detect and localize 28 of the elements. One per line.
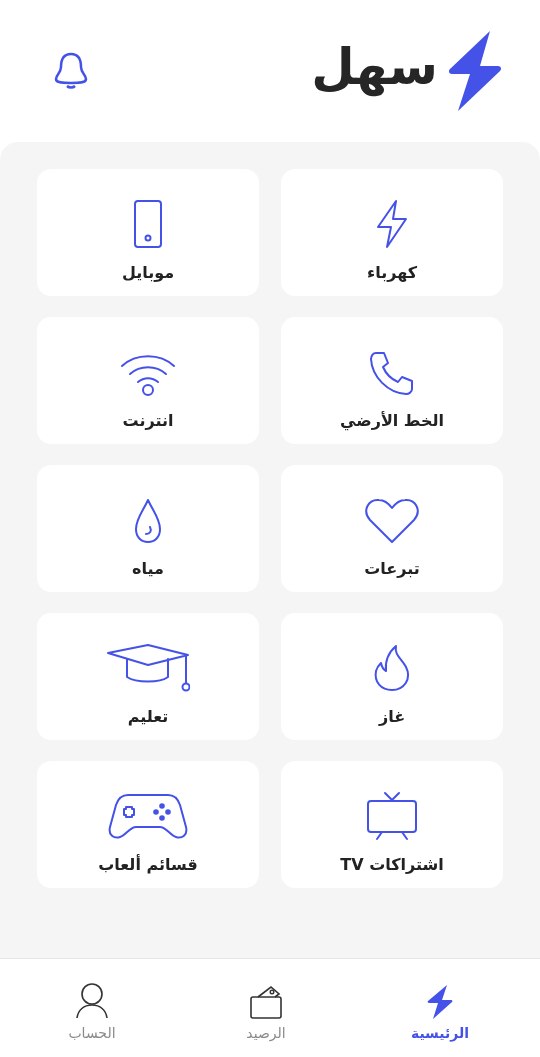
telephone-handset-icon <box>368 349 416 397</box>
service-card[interactable]: مياه <box>37 465 259 592</box>
water-drop-icon <box>133 497 163 545</box>
bolt-icon <box>427 985 453 1019</box>
service-card[interactable]: اشتراكات TV <box>281 761 503 888</box>
bolt-logo-icon <box>448 31 502 111</box>
bolt-icon <box>374 199 410 249</box>
person-icon <box>75 983 109 1019</box>
service-card[interactable]: انترنت <box>37 317 259 444</box>
service-card[interactable]: موبايل <box>37 169 259 296</box>
service-card[interactable]: الخط الأرضي <box>281 317 503 444</box>
nav-tab[interactable]: الرئيسية <box>390 977 490 1041</box>
flame-icon <box>372 643 412 693</box>
game-controller-icon <box>108 791 188 841</box>
nav-tab[interactable]: الحساب <box>42 977 142 1041</box>
service-card[interactable]: تعليم <box>37 613 259 740</box>
wallet-icon <box>249 985 283 1019</box>
nav-tab[interactable]: الرصيد <box>216 977 316 1041</box>
tv-icon <box>365 791 419 841</box>
service-card[interactable]: تبرعات <box>281 465 503 592</box>
service-card[interactable]: كهرباء <box>281 169 503 296</box>
phone-icon <box>132 199 164 249</box>
service-card[interactable]: غاز <box>281 613 503 740</box>
graduation-cap-icon <box>106 643 190 693</box>
logo-text: سهل <box>311 42 438 99</box>
service-card[interactable]: قسائم ألعاب <box>37 761 259 888</box>
heart-icon <box>364 497 420 545</box>
bell-icon[interactable] <box>52 51 90 91</box>
